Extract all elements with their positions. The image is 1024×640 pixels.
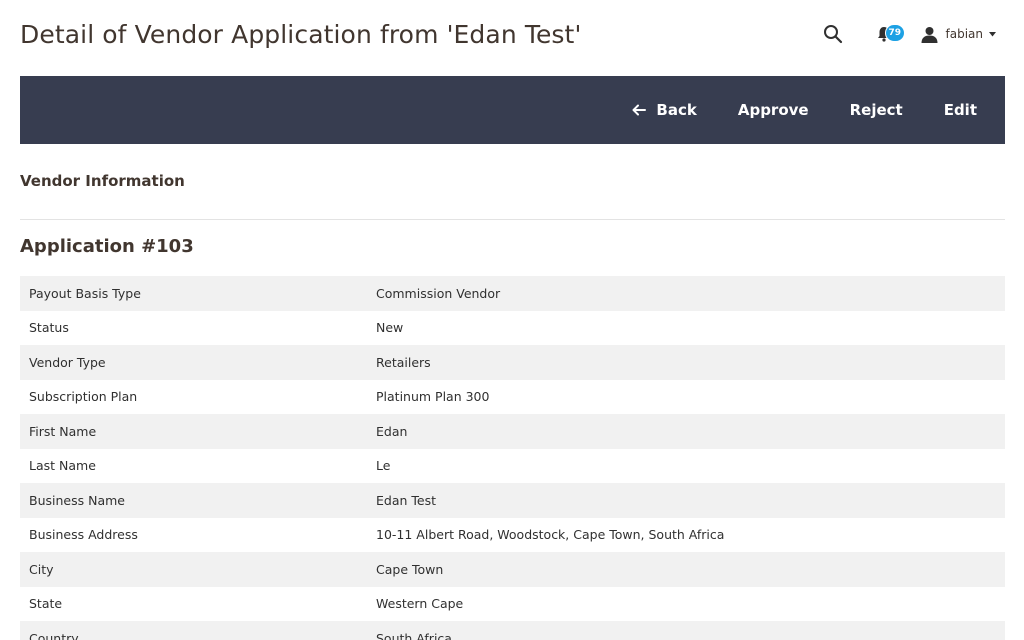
section-divider bbox=[20, 219, 1005, 220]
row-label: First Name bbox=[29, 423, 97, 439]
row-value: Cape Town bbox=[376, 561, 444, 577]
row-value: Platinum Plan 300 bbox=[376, 389, 490, 405]
row-label: Payout Basis Type bbox=[29, 285, 141, 301]
reject-button[interactable]: Reject bbox=[850, 101, 903, 119]
search-icon bbox=[823, 25, 842, 44]
row-label: Vendor Type bbox=[29, 354, 106, 370]
row-value: Retailers bbox=[376, 354, 431, 370]
table-row: Last Name Le bbox=[20, 449, 1005, 484]
row-label: Business Name bbox=[29, 492, 125, 508]
arrow-left-icon bbox=[632, 104, 647, 116]
table-row: Subscription Plan Platinum Plan 300 bbox=[20, 380, 1005, 415]
page: Detail of Vendor Application from 'Edan … bbox=[0, 0, 1024, 640]
table-row: Business Address 10-11 Albert Road, Wood… bbox=[20, 518, 1005, 553]
page-title: Detail of Vendor Application from 'Edan … bbox=[20, 20, 582, 49]
table-row: City Cape Town bbox=[20, 552, 1005, 587]
row-value: Le bbox=[376, 458, 391, 474]
edit-button[interactable]: Edit bbox=[944, 101, 977, 119]
row-label: State bbox=[29, 596, 63, 612]
row-label: Business Address bbox=[29, 527, 138, 543]
page-actions-toolbar: Back Approve Reject Edit bbox=[20, 76, 1005, 144]
table-row: Business Name Edan Test bbox=[20, 483, 1005, 518]
user-menu[interactable]: fabian bbox=[921, 26, 996, 43]
vendor-info-table: Payout Basis Type Commission Vendor Stat… bbox=[20, 276, 1005, 640]
header-actions: 79 fabian bbox=[821, 20, 996, 48]
table-row: First Name Edan bbox=[20, 414, 1005, 449]
page-header: Detail of Vendor Application from 'Edan … bbox=[0, 0, 1024, 76]
search-button[interactable] bbox=[821, 22, 845, 46]
user-name: fabian bbox=[945, 27, 984, 41]
row-label: Country bbox=[29, 630, 79, 640]
back-button[interactable]: Back bbox=[632, 101, 697, 119]
row-label: City bbox=[29, 561, 54, 577]
user-icon bbox=[921, 26, 937, 43]
table-row: Payout Basis Type Commission Vendor bbox=[20, 276, 1005, 311]
section-title: Vendor Information bbox=[20, 172, 185, 190]
notifications-button[interactable]: 79 bbox=[875, 22, 906, 46]
row-value: Commission Vendor bbox=[376, 285, 501, 301]
row-label: Last Name bbox=[29, 458, 96, 474]
application-heading: Application #103 bbox=[20, 236, 194, 257]
table-row: Country South Africa bbox=[20, 621, 1005, 640]
row-value: New bbox=[376, 320, 404, 336]
caret-down-icon bbox=[989, 31, 996, 36]
row-value: Edan Test bbox=[376, 492, 437, 508]
row-value: Edan bbox=[376, 423, 408, 439]
row-value: 10-11 Albert Road, Woodstock, Cape Town,… bbox=[376, 527, 725, 543]
row-label: Status bbox=[29, 320, 69, 336]
approve-button[interactable]: Approve bbox=[738, 101, 809, 119]
row-label: Subscription Plan bbox=[29, 389, 138, 405]
back-button-label: Back bbox=[656, 101, 697, 119]
row-value: Western Cape bbox=[376, 596, 464, 612]
notification-count-badge: 79 bbox=[884, 24, 906, 42]
table-row: Vendor Type Retailers bbox=[20, 345, 1005, 380]
table-row: Status New bbox=[20, 311, 1005, 346]
row-value: South Africa bbox=[376, 630, 452, 640]
table-row: State Western Cape bbox=[20, 587, 1005, 622]
